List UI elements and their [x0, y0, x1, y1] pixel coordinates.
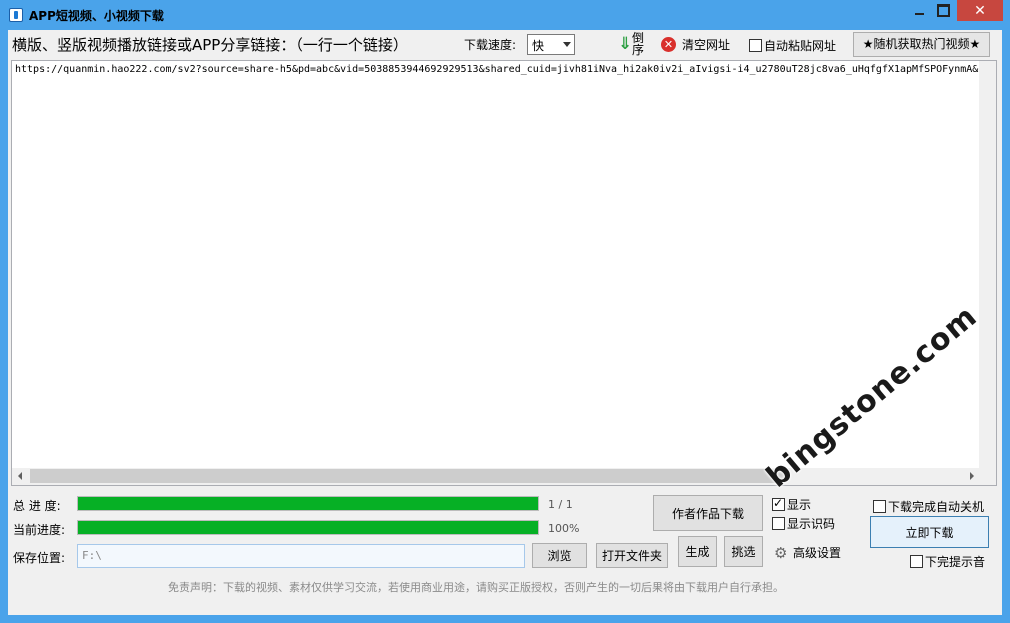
- current-progress-label: 当前进度:: [13, 523, 66, 537]
- auto-shutdown-box[interactable]: [873, 500, 886, 513]
- show-box[interactable]: [772, 496, 785, 511]
- url-line: https://quanmin.hao222.com/sv2?source=sh…: [15, 64, 980, 75]
- show-checkbox[interactable]: 显示: [772, 496, 811, 513]
- title-bar[interactable]: APP短视频、小视频下载 ✕: [0, 0, 1010, 30]
- clear-urls-button[interactable]: ✕ 清空网址: [661, 36, 730, 53]
- current-progress-fill: [78, 521, 538, 534]
- app-window: APP短视频、小视频下载 ✕ 横版、竖版视频播放链接或APP分享链接：（一行一个…: [0, 0, 1010, 623]
- auto-shutdown-checkbox[interactable]: 下载完成自动关机: [873, 498, 984, 515]
- show-ocr-box[interactable]: [772, 517, 785, 530]
- auto-shutdown-label: 下载完成自动关机: [888, 500, 985, 514]
- chevron-down-icon: [563, 42, 571, 47]
- vertical-scrollbar[interactable]: [979, 61, 996, 485]
- reverse-order-label: 倒序: [632, 31, 645, 57]
- show-ocr-checkbox[interactable]: 显示识码: [772, 515, 835, 532]
- gear-icon: ⚙: [774, 543, 788, 562]
- random-hot-videos-button[interactable]: ★随机获取热门视频★: [853, 32, 990, 57]
- horizontal-scrollbar[interactable]: [12, 468, 980, 485]
- scrollbar-thumb[interactable]: [30, 469, 785, 483]
- done-sound-label: 下完提示音: [925, 555, 986, 569]
- url-input-label: 横版、竖版视频播放链接或APP分享链接：（一行一个链接）: [12, 36, 408, 54]
- done-sound-box[interactable]: [910, 555, 923, 568]
- clear-urls-label: 清空网址: [682, 38, 731, 52]
- author-works-download-button[interactable]: 作者作品下载: [653, 495, 763, 531]
- close-button[interactable]: ✕: [957, 0, 1003, 21]
- close-circle-icon: ✕: [661, 37, 676, 52]
- show-ocr-label: 显示识码: [787, 517, 836, 531]
- scrollbar-corner: [979, 468, 996, 485]
- minimize-button[interactable]: [908, 0, 930, 21]
- open-folder-button[interactable]: 打开文件夹: [596, 543, 668, 568]
- window-title: APP短视频、小视频下载: [29, 9, 164, 23]
- show-label: 显示: [787, 498, 812, 512]
- maximize-button[interactable]: [930, 0, 956, 21]
- save-location-label: 保存位置:: [13, 551, 66, 565]
- total-progress-label: 总 进 度:: [13, 499, 61, 513]
- down-arrow-icon: ⇓: [618, 34, 633, 54]
- total-progress-bar: [77, 496, 539, 511]
- speed-select[interactable]: 快: [527, 34, 575, 55]
- speed-value: 快: [532, 39, 545, 53]
- current-progress-bar: [77, 520, 539, 535]
- auto-paste-label: 自动粘贴网址: [764, 39, 837, 53]
- pick-button[interactable]: 挑选: [724, 536, 763, 567]
- done-sound-checkbox[interactable]: 下完提示音: [910, 553, 985, 570]
- total-progress-text: 1 / 1: [548, 498, 573, 511]
- speed-label: 下载速度:: [464, 38, 517, 52]
- browse-button[interactable]: 浏览: [532, 543, 587, 568]
- advanced-settings-label: 高级设置: [793, 546, 842, 560]
- scroll-left-icon[interactable]: [18, 472, 22, 480]
- total-progress-fill: [78, 497, 538, 510]
- auto-paste-checkbox[interactable]: 自动粘贴网址: [749, 37, 836, 54]
- current-progress-text: 100%: [548, 522, 580, 535]
- app-icon: [9, 8, 23, 22]
- disclaimer-text: 免责声明：下载的视频、素材仅供学习交流，若使用商业用途，请购买正版授权，否则产生…: [168, 581, 784, 594]
- reverse-order-button[interactable]: ⇓ 倒序: [618, 32, 648, 58]
- main-panel: 横版、竖版视频播放链接或APP分享链接：（一行一个链接） 下载速度: 快 ⇓ 倒…: [8, 30, 1002, 615]
- auto-paste-box[interactable]: [749, 39, 762, 52]
- download-now-button[interactable]: 立即下载: [870, 516, 989, 548]
- scroll-right-icon[interactable]: [970, 472, 974, 480]
- save-path-field[interactable]: F:\: [77, 544, 525, 568]
- advanced-settings-button[interactable]: ⚙ 高级设置: [774, 544, 841, 561]
- generate-button[interactable]: 生成: [678, 536, 717, 567]
